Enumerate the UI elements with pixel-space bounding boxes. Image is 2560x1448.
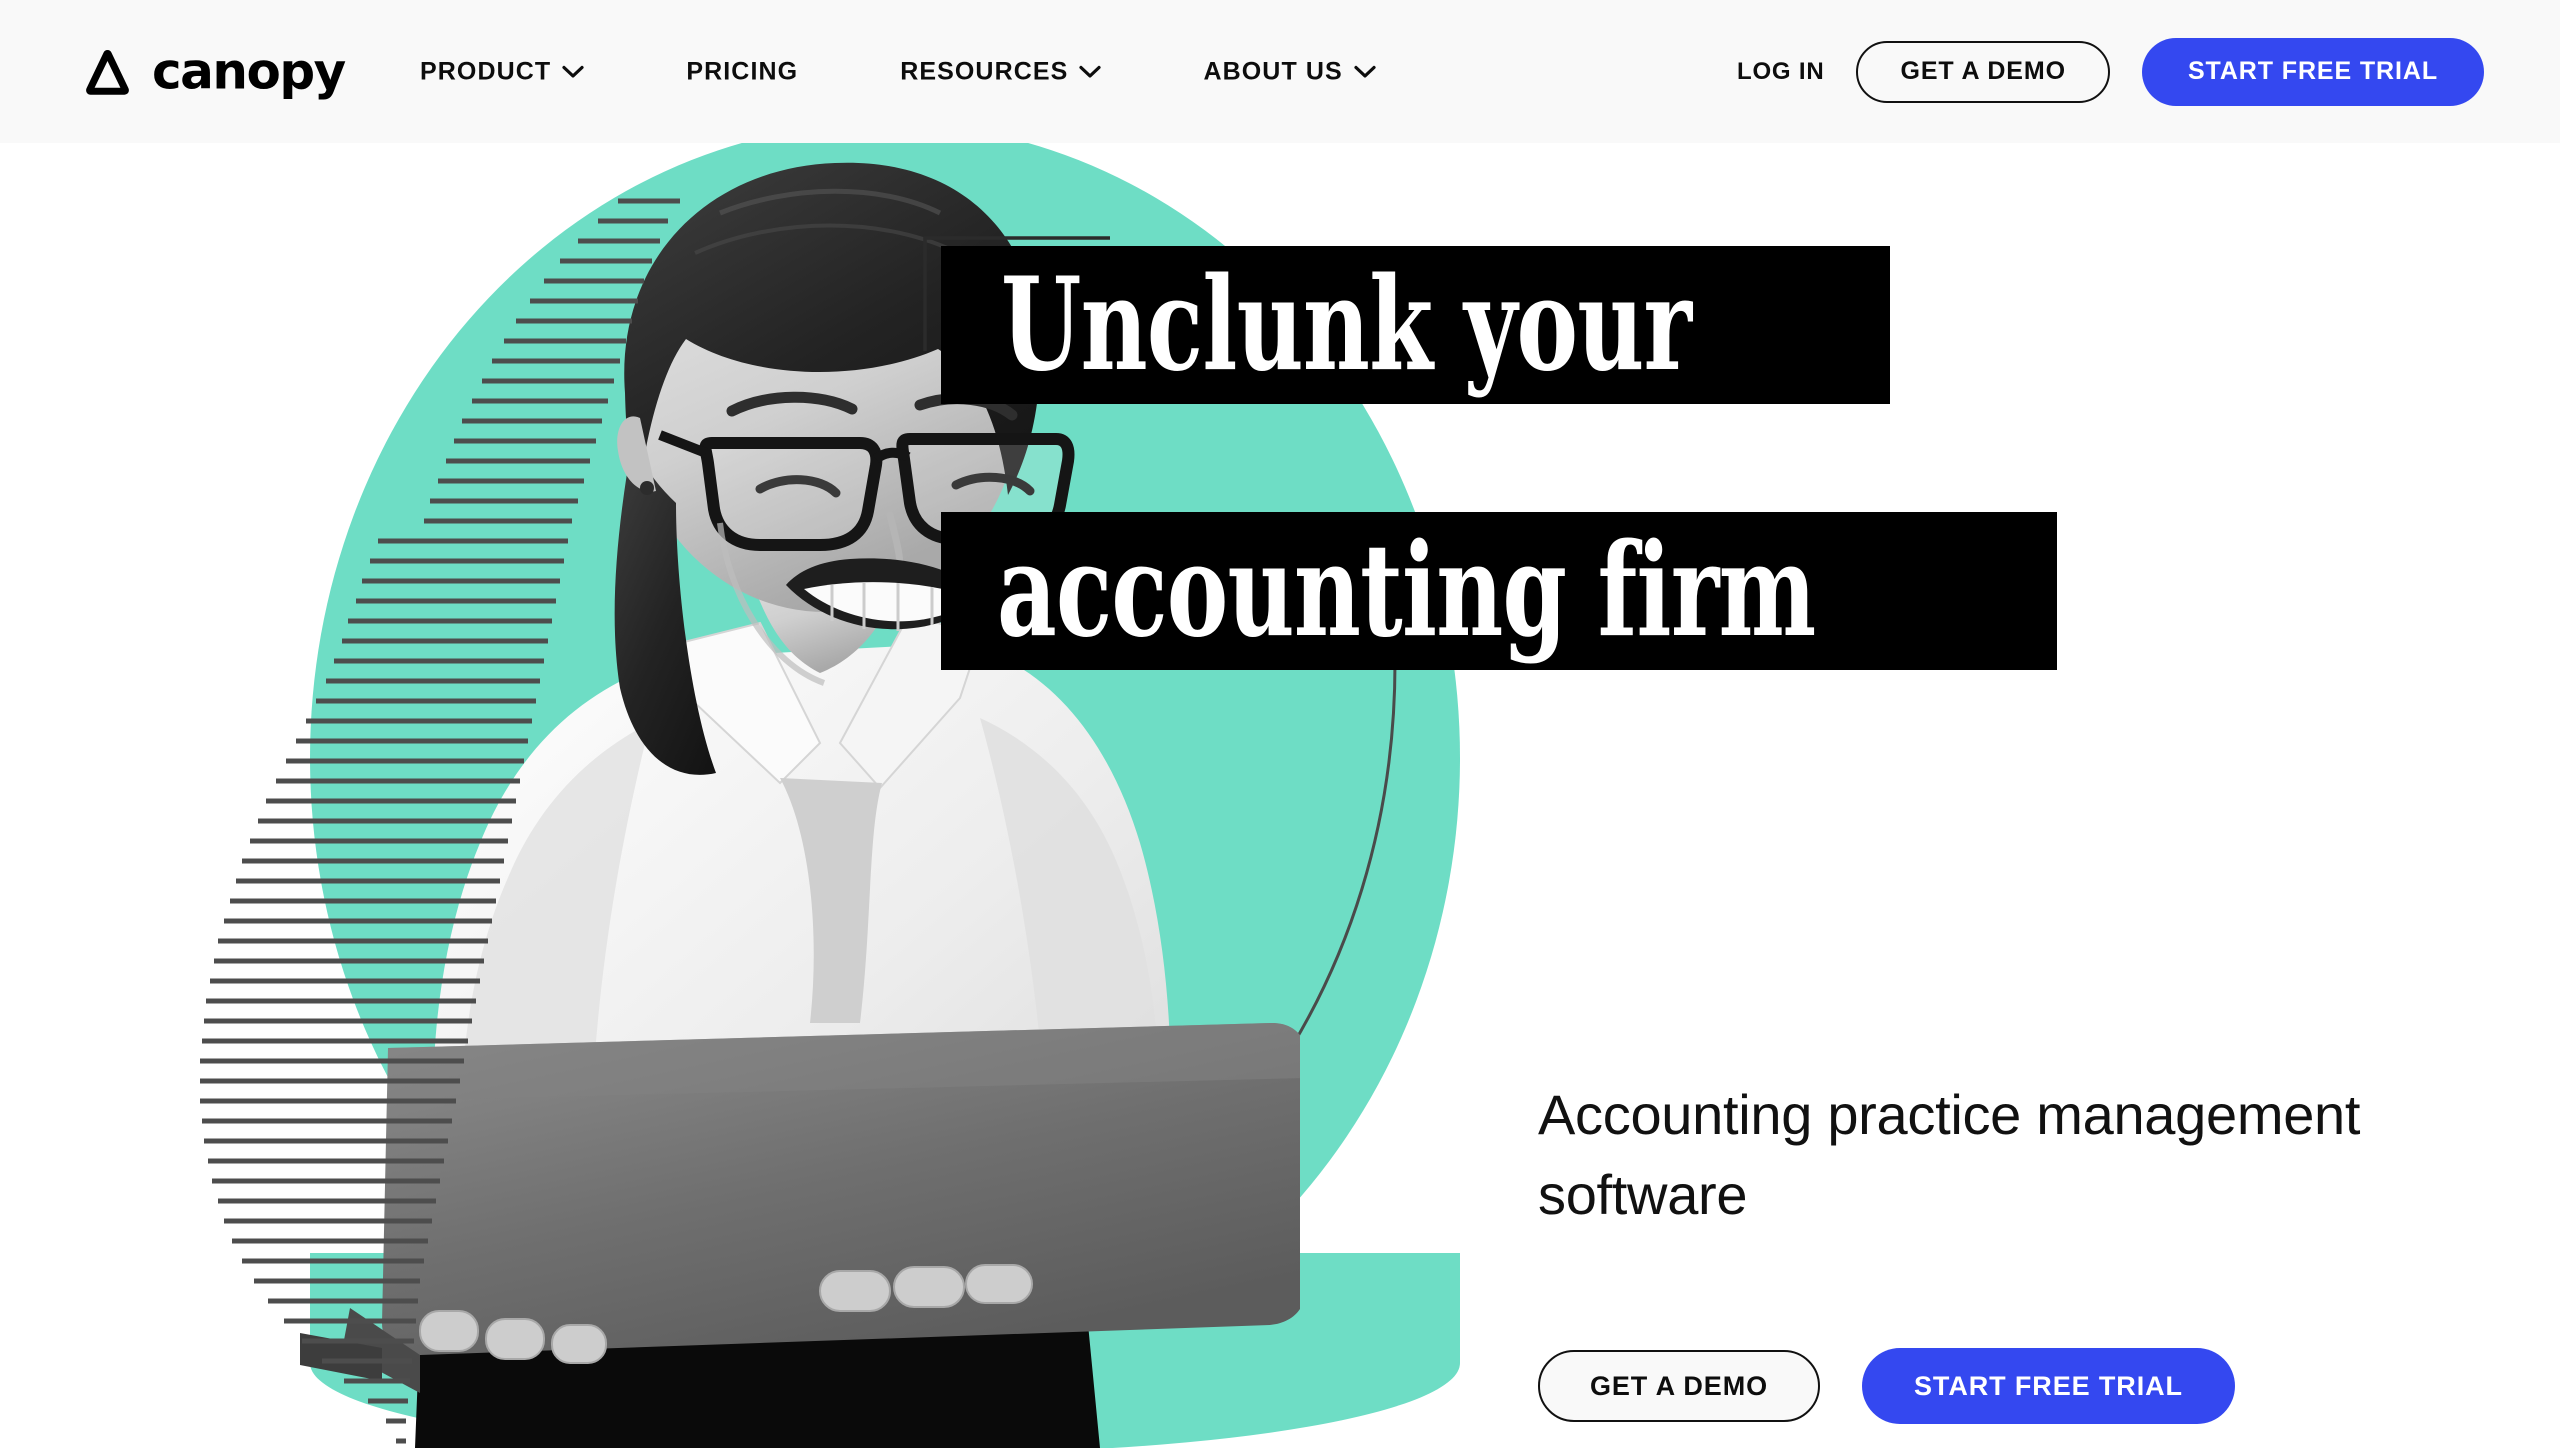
brand-wordmark: canopy [152,42,346,101]
chevron-down-icon [1354,65,1376,78]
headline-box-line2: accounting firm [941,512,2057,670]
nav-item-product[interactable]: PRODUCT [420,57,584,86]
nav-item-label: ABOUT US [1203,57,1343,85]
headline-box-line1: Unclunk your [941,246,1890,404]
nav-item-pricing[interactable]: PRICING [686,57,798,86]
nav-item-label: PRICING [686,57,799,85]
chevron-down-icon [562,65,584,78]
headline-line1-text: Unclunk your [1001,250,1692,400]
nav-item-label: PRODUCT [420,57,552,85]
hero-start-free-trial-button[interactable]: START FREE TRIAL [1862,1348,2235,1424]
canopy-triangle-icon [80,44,135,99]
chevron-down-icon [1079,65,1102,78]
primary-navigation: PRODUCT PRICING RESOURCES ABOUT US [420,57,1376,86]
nav-item-resources[interactable]: RESOURCES [900,57,1102,86]
hero-section: Unclunk your accounting firm Accounting … [0,143,2560,1448]
log-in-link[interactable]: LOG IN [1737,58,1824,86]
site-header: canopy PRODUCT PRICING RESOURCES ABOUT U… [0,0,2560,143]
hero-subheading: Accounting practice management software [1538,1083,2361,1226]
brand-logo[interactable]: canopy [80,42,346,101]
header-start-free-trial-button[interactable]: START FREE TRIAL [2141,37,2484,106]
headline-line2-text: accounting firm [997,516,1816,666]
header-actions: LOG IN GET A DEMO START FREE TRIAL [1737,37,2484,106]
nav-item-about-us[interactable]: ABOUT US [1203,57,1376,86]
hero-get-a-demo-button[interactable]: GET A DEMO [1538,1350,1821,1422]
header-get-a-demo-button[interactable]: GET A DEMO [1856,40,2110,103]
nav-item-label: RESOURCES [900,57,1069,85]
hero-cta-group: GET A DEMO START FREE TRIAL [1538,1348,2235,1424]
